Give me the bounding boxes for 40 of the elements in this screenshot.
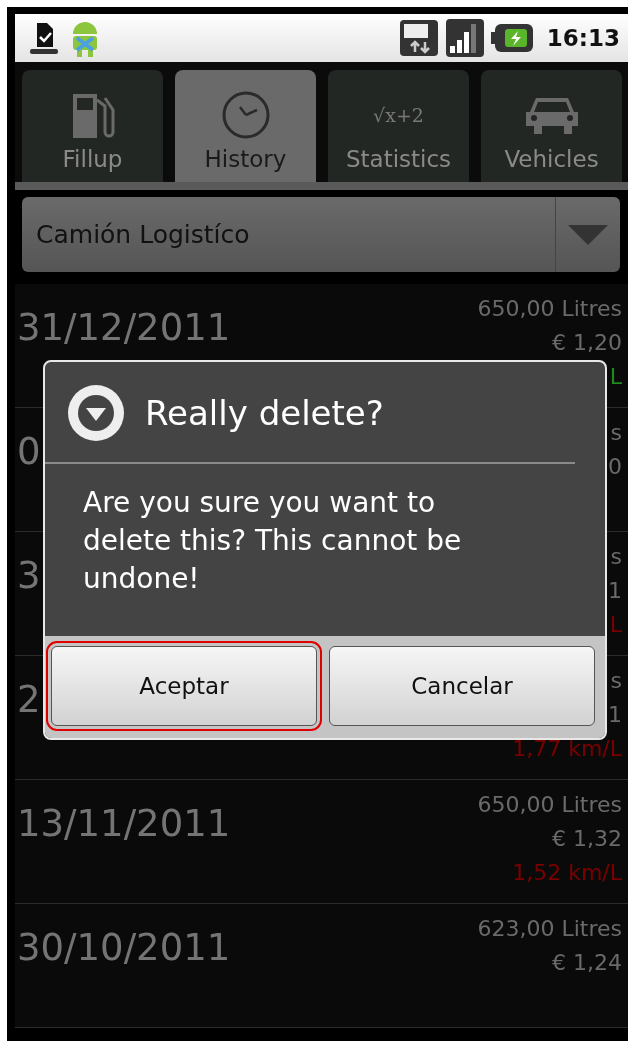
litres-amount: s bbox=[610, 543, 622, 571]
tab[interactable]: √x+2 Statistics bbox=[328, 70, 469, 182]
network-3g-icon bbox=[398, 18, 439, 58]
unit-price: 0 bbox=[608, 453, 622, 481]
unit-price: € 1,20 bbox=[552, 329, 622, 357]
fuel-economy: L bbox=[609, 363, 622, 391]
battery-charging-icon bbox=[490, 22, 533, 54]
signal-icon bbox=[444, 18, 485, 58]
clock-time: 16:13 bbox=[546, 25, 620, 51]
litres-amount: 650,00 Litres bbox=[477, 295, 622, 323]
fuel-economy: 1,77 km/L bbox=[512, 735, 622, 763]
dropdown-value: Camión Logistíco bbox=[35, 219, 251, 251]
litres-amount: 650,00 Litres bbox=[477, 791, 622, 819]
entry-date: 31/12/2011 bbox=[17, 305, 231, 350]
unit-price: 1 bbox=[608, 577, 622, 605]
entry-date: 13/11/2011 bbox=[17, 801, 231, 846]
litres-amount: s bbox=[610, 419, 622, 447]
entry-date: 3 bbox=[17, 553, 41, 598]
dialog-message: Are you sure you want to delete this? This cannot be undone! bbox=[82, 485, 463, 597]
vehicle-dropdown[interactable]: Camión Logistíco bbox=[22, 197, 620, 272]
dialog-alert-icon bbox=[67, 384, 125, 442]
unit-price: € 1,32 bbox=[552, 825, 622, 853]
fuel-economy: L bbox=[609, 611, 622, 639]
unit-price: 1 bbox=[608, 701, 622, 729]
fuel-economy: 1,52 km/L bbox=[512, 859, 622, 887]
download-done-icon bbox=[29, 21, 59, 55]
tab[interactable]: Vehicles bbox=[481, 70, 622, 182]
entry-date: 2 bbox=[17, 677, 41, 722]
entry-date: 0 bbox=[17, 429, 41, 474]
history-row[interactable]: 13/11/2011 650,00 Litres € 1,32 1,52 km/L bbox=[15, 780, 628, 904]
tab[interactable]: History bbox=[175, 70, 316, 182]
dialog-button[interactable]: Cancelar bbox=[329, 646, 595, 726]
tab[interactable]: Fillup bbox=[22, 70, 163, 182]
entry-date: 30/10/2011 bbox=[17, 925, 231, 970]
formula-icon-text: √x+2 bbox=[373, 103, 424, 128]
history-row[interactable]: 30/10/2011 623,00 Litres € 1,24 bbox=[15, 904, 628, 1028]
litres-amount: s bbox=[610, 667, 622, 695]
litres-amount: 623,00 Litres bbox=[477, 915, 622, 943]
dropdown-arrow-icon bbox=[568, 224, 608, 245]
unit-price: € 1,24 bbox=[552, 949, 622, 977]
